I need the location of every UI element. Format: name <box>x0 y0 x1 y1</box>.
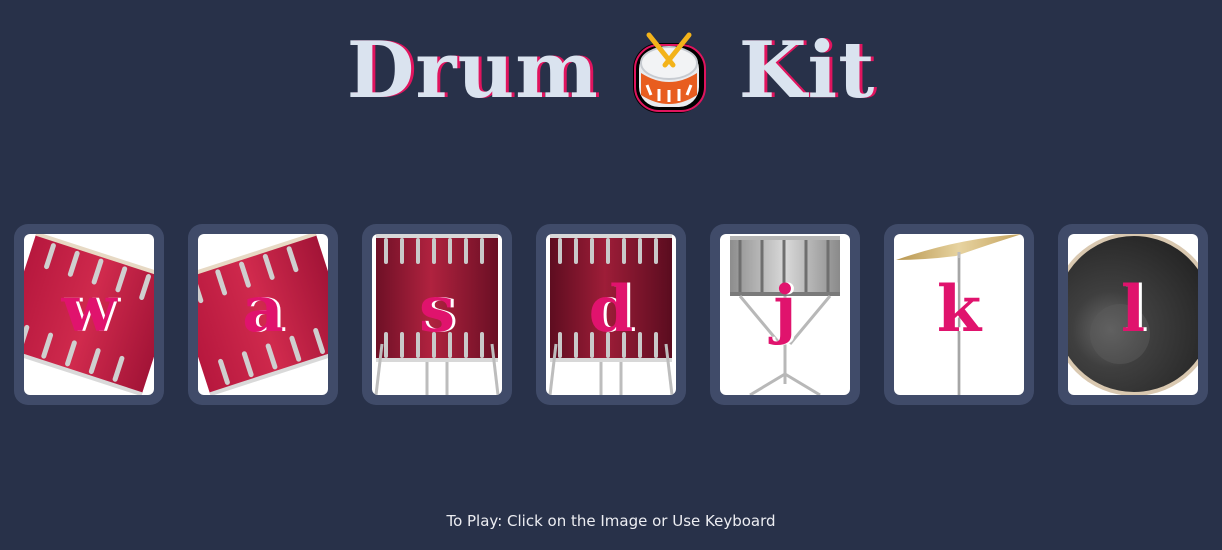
key-label: l <box>1120 272 1146 347</box>
drum-with-sticks-icon <box>632 32 706 113</box>
drum-button-a[interactable]: a <box>188 224 338 405</box>
key-label: j <box>773 272 797 347</box>
drum-card: a <box>198 234 328 395</box>
drum-card: k <box>894 234 1024 395</box>
drum-button-l[interactable]: l <box>1058 224 1208 405</box>
drum-card: j <box>720 234 850 395</box>
key-label: s <box>418 272 456 347</box>
drum-button-w[interactable]: w <box>14 224 164 405</box>
key-label: k <box>936 272 982 347</box>
drum-pad-row: w a s d j k l <box>14 224 1208 405</box>
drum-kit-page: Drum Kit w a s d j k l To Play: Click on… <box>0 0 1222 550</box>
key-label: w <box>61 272 117 347</box>
drum-card: s <box>372 234 502 395</box>
title-word-kit: Kit <box>738 25 876 116</box>
title-word-drum: Drum <box>346 25 599 116</box>
page-title: Drum Kit <box>0 22 1222 120</box>
drum-card: l <box>1068 234 1198 395</box>
drum-card: d <box>546 234 676 395</box>
key-label: a <box>242 272 284 347</box>
key-label: d <box>588 272 634 347</box>
drum-button-j[interactable]: j <box>710 224 860 405</box>
drum-button-k[interactable]: k <box>884 224 1034 405</box>
play-instructions: To Play: Click on the Image or Use Keybo… <box>446 512 776 530</box>
drum-card: w <box>24 234 154 395</box>
drum-button-s[interactable]: s <box>362 224 512 405</box>
drum-button-d[interactable]: d <box>536 224 686 405</box>
